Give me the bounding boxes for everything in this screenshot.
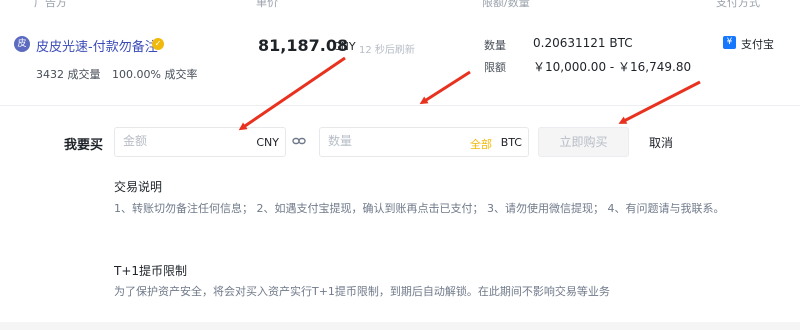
link-icon — [292, 134, 306, 152]
bottom-divider — [0, 322, 800, 330]
quantity-unit: BTC — [500, 136, 522, 149]
price-currency: CNY — [333, 40, 356, 53]
alipay-icon: ¥ — [723, 36, 736, 49]
amount-input[interactable] — [123, 134, 243, 148]
avatar: 皮 — [14, 36, 30, 52]
offer-row: 皮 皮皮光速-付款勿备注 ✓ 3432 成交量 100.00% 成交率 81,1… — [0, 8, 800, 106]
merchant-stats: 3432 成交量 100.00% 成交率 — [36, 66, 197, 82]
trade-notes-text: 1、转账切勿备注任何信息； 2、如遇支付宝提现，确认到账再点击已支付； 3、请勿… — [114, 202, 725, 215]
header-price: 单价 — [256, 0, 278, 8]
header-payment: 支付方式 — [716, 0, 760, 8]
merchant-name-link[interactable]: 皮皮光速-付款勿备注 — [36, 36, 158, 55]
amount-unit: CNY — [256, 136, 279, 149]
quantity-value: 0.20631121 BTC — [533, 36, 633, 50]
trade-count: 3432 成交量 — [36, 68, 101, 81]
completion-rate: 100.00% 成交率 — [112, 68, 198, 81]
payment-method: 支付宝 — [741, 38, 774, 51]
limit-value: ￥10,000.00 - ￥16,749.80 — [533, 60, 692, 74]
verified-icon: ✓ — [152, 38, 164, 50]
withdraw-limit-title: T+1提币限制 — [114, 264, 188, 278]
table-header: 广告方 单价 限额/数量 支付方式 — [0, 0, 800, 8]
withdraw-limit-text: 为了保护资产安全，将会对买入资产实行T+1提币限制，到期后自动解锁。在此期间不影… — [114, 285, 610, 298]
quantity-input[interactable] — [328, 134, 458, 148]
limit-label: 限额 — [484, 61, 506, 74]
trade-notes-title: 交易说明 — [114, 180, 163, 194]
buy-now-button[interactable]: 立即购买 — [538, 127, 629, 157]
refresh-countdown: 12 秒后刷新 — [359, 45, 415, 56]
cancel-button[interactable]: 取消 — [649, 134, 673, 151]
header-advertiser: 广告方 — [34, 0, 67, 8]
header-limit: 限额/数量 — [482, 0, 530, 8]
buy-label: 我要买 — [64, 138, 104, 153]
quantity-label: 数量 — [484, 39, 506, 52]
quantity-field[interactable]: 全部 BTC — [319, 127, 529, 157]
amount-field[interactable]: CNY — [114, 127, 286, 157]
all-button[interactable]: 全部 — [470, 136, 492, 152]
